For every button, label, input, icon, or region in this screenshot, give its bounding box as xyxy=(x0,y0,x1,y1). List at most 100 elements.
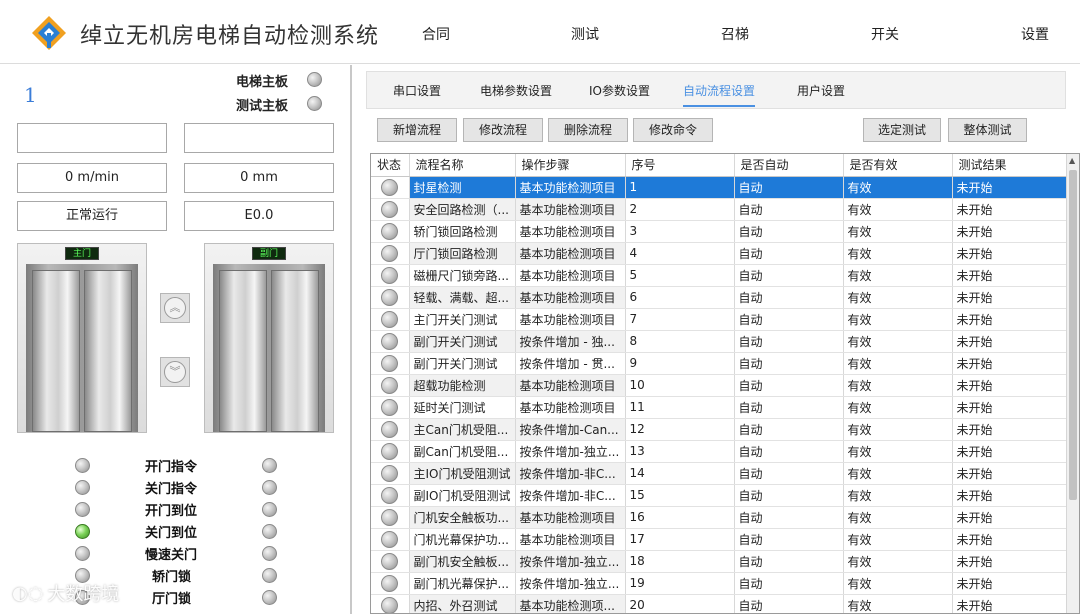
status-led-icon xyxy=(381,244,399,262)
table-row[interactable]: 内招、外召测试 基本功能检测项... 20 自动 有效 未开始 xyxy=(371,594,1068,613)
status-led-icon xyxy=(381,574,399,592)
step-cell: 基本功能检测项目 xyxy=(515,198,626,221)
table-row[interactable]: 主门开关门测试 基本功能检测项目 7 自动 有效 未开始 xyxy=(371,308,1068,331)
table-row[interactable]: 副IO门机受阻测试 按条件增加-非C... 15 自动 有效 未开始 xyxy=(371,484,1068,507)
table-row[interactable]: 门机光幕保护功... 基本功能检测项目 17 自动 有效 未开始 xyxy=(371,528,1068,551)
cabin-sub-door: 副门 xyxy=(204,243,334,433)
col-status[interactable]: 状态 xyxy=(371,154,410,177)
test-board-led xyxy=(307,96,322,111)
tab-elevator-params[interactable]: 电梯参数设置 xyxy=(480,82,552,105)
auto-cell: 自动 xyxy=(734,374,844,397)
table-row[interactable]: 轿门锁回路检测 基本功能检测项目 3 自动 有效 未开始 xyxy=(371,220,1068,243)
tab-user-settings[interactable]: 用户设置 xyxy=(797,82,845,105)
index-cell: 17 xyxy=(625,528,735,551)
table-row[interactable]: 副门开关门测试 按条件增加 - 独... 8 自动 有效 未开始 xyxy=(371,330,1068,353)
step-cell: 基本功能检测项目 xyxy=(515,242,626,265)
auto-cell: 自动 xyxy=(734,550,844,573)
edit-command-button[interactable]: 修改命令 xyxy=(633,118,713,142)
auto-cell: 自动 xyxy=(734,286,844,309)
step-cell: 按条件增加-独立... xyxy=(515,440,626,463)
result-cell: 未开始 xyxy=(952,352,1068,375)
table-row[interactable]: 封星检测 基本功能检测项目 1 自动 有效 未开始 xyxy=(371,176,1068,199)
tab-io-params[interactable]: IO参数设置 xyxy=(589,82,650,105)
auto-cell: 自动 xyxy=(734,506,844,529)
valid-cell: 有效 xyxy=(843,462,953,485)
valid-cell: 有效 xyxy=(843,176,953,199)
name-cell: 副Can门机受阻... xyxy=(409,440,516,463)
menu-switch[interactable]: 开关 xyxy=(871,24,899,44)
step-cell: 基本功能检测项目 xyxy=(515,286,626,309)
edit-flow-button[interactable]: 修改流程 xyxy=(463,118,543,142)
table-scrollbar[interactable]: ▲ xyxy=(1066,154,1079,613)
tab-auto-flow[interactable]: 自动流程设置 xyxy=(683,82,756,107)
valid-cell: 有效 xyxy=(843,550,953,573)
col-result[interactable]: 测试结果 xyxy=(952,154,1068,177)
table-row[interactable]: 副Can门机受阻... 按条件增加-独立... 13 自动 有效 未开始 xyxy=(371,440,1068,463)
left-panel: 1 电梯主板 测试主板 0 m/min 0 mm 正常运行 E0.0 主门 副门… xyxy=(0,65,352,614)
col-flow-name[interactable]: 流程名称 xyxy=(409,154,516,177)
index-cell: 4 xyxy=(625,242,735,265)
result-cell: 未开始 xyxy=(952,528,1068,551)
table-row[interactable]: 主IO门机受阻测试 按条件增加-非C... 14 自动 有效 未开始 xyxy=(371,462,1068,485)
elevator-board-led xyxy=(307,72,322,87)
table-row[interactable]: 轻载、满载、超... 基本功能检测项目 6 自动 有效 未开始 xyxy=(371,286,1068,309)
col-index[interactable]: 序号 xyxy=(625,154,735,177)
delete-flow-button[interactable]: 删除流程 xyxy=(548,118,628,142)
status-cell xyxy=(371,528,410,551)
auto-cell: 自动 xyxy=(734,176,844,199)
table-row[interactable]: 副门机光幕保护... 按条件增加-独立... 19 自动 有效 未开始 xyxy=(371,572,1068,595)
table-row[interactable]: 厅门锁回路检测 基本功能检测项目 4 自动 有效 未开始 xyxy=(371,242,1068,265)
index-cell: 18 xyxy=(625,550,735,573)
table-row[interactable]: 延时关门测试 基本功能检测项目 11 自动 有效 未开始 xyxy=(371,396,1068,419)
full-test-button[interactable]: 整体测试 xyxy=(948,118,1027,142)
menu-call-elevator[interactable]: 召梯 xyxy=(721,24,749,44)
menu-test[interactable]: 测试 xyxy=(571,24,599,44)
signal-led-right xyxy=(262,458,277,473)
index-cell: 10 xyxy=(625,374,735,397)
auto-cell: 自动 xyxy=(734,528,844,551)
status-cell xyxy=(371,374,410,397)
index-cell: 11 xyxy=(625,396,735,419)
call-up-button[interactable]: ︽ xyxy=(160,293,190,323)
add-flow-button[interactable]: 新增流程 xyxy=(377,118,457,142)
menu-settings[interactable]: 设置 xyxy=(1021,24,1049,44)
table-row[interactable]: 磁栅尺门锁旁路... 基本功能检测项目 5 自动 有效 未开始 xyxy=(371,264,1068,287)
result-cell: 未开始 xyxy=(952,308,1068,331)
name-cell: 轻载、满载、超... xyxy=(409,286,516,309)
table-row[interactable]: 超载功能检测 基本功能检测项目 10 自动 有效 未开始 xyxy=(371,374,1068,397)
name-cell: 门机安全触板功... xyxy=(409,506,516,529)
step-cell: 基本功能检测项目 xyxy=(515,264,626,287)
call-down-button[interactable]: ︾ xyxy=(160,357,190,387)
col-auto[interactable]: 是否自动 xyxy=(734,154,844,177)
col-steps[interactable]: 操作步骤 xyxy=(515,154,626,177)
valid-cell: 有效 xyxy=(843,484,953,507)
col-valid[interactable]: 是否有效 xyxy=(843,154,953,177)
table-row[interactable]: 安全回路检测（... 基本功能检测项目 2 自动 有效 未开始 xyxy=(371,198,1068,221)
signal-led-right xyxy=(262,590,277,605)
menu-contract[interactable]: 合同 xyxy=(422,24,450,44)
auto-cell: 自动 xyxy=(734,462,844,485)
step-cell: 基本功能检测项目 xyxy=(515,506,626,529)
settings-tab-bar: 串口设置 电梯参数设置 IO参数设置 自动流程设置 用户设置 xyxy=(366,71,1066,109)
index-cell: 6 xyxy=(625,286,735,309)
selected-test-button[interactable]: 选定测试 xyxy=(863,118,941,142)
index-cell: 14 xyxy=(625,462,735,485)
table-row[interactable]: 门机安全触板功... 基本功能检测项目 16 自动 有效 未开始 xyxy=(371,506,1068,529)
table-row[interactable]: 副门开关门测试 按条件增加 - 贯... 9 自动 有效 未开始 xyxy=(371,352,1068,375)
watermark-logo-icon: ◐◌ xyxy=(12,582,44,604)
step-cell: 基本功能检测项目 xyxy=(515,220,626,243)
signal-led-left xyxy=(75,458,90,473)
tab-serial-settings[interactable]: 串口设置 xyxy=(393,82,441,105)
index-cell: 15 xyxy=(625,484,735,507)
status-led-icon xyxy=(381,486,399,504)
table-row[interactable]: 副门机安全触板... 按条件增加-独立... 18 自动 有效 未开始 xyxy=(371,550,1068,573)
scroll-thumb[interactable] xyxy=(1069,170,1077,500)
status-cell xyxy=(371,418,410,441)
scroll-up-icon[interactable]: ▲ xyxy=(1069,156,1075,165)
auto-cell: 自动 xyxy=(734,484,844,507)
index-cell: 2 xyxy=(625,198,735,221)
result-cell: 未开始 xyxy=(952,506,1068,529)
auto-cell: 自动 xyxy=(734,330,844,353)
step-cell: 按条件增加 - 贯... xyxy=(515,352,626,375)
table-row[interactable]: 主Can门机受阻... 按条件增加-Can... 12 自动 有效 未开始 xyxy=(371,418,1068,441)
